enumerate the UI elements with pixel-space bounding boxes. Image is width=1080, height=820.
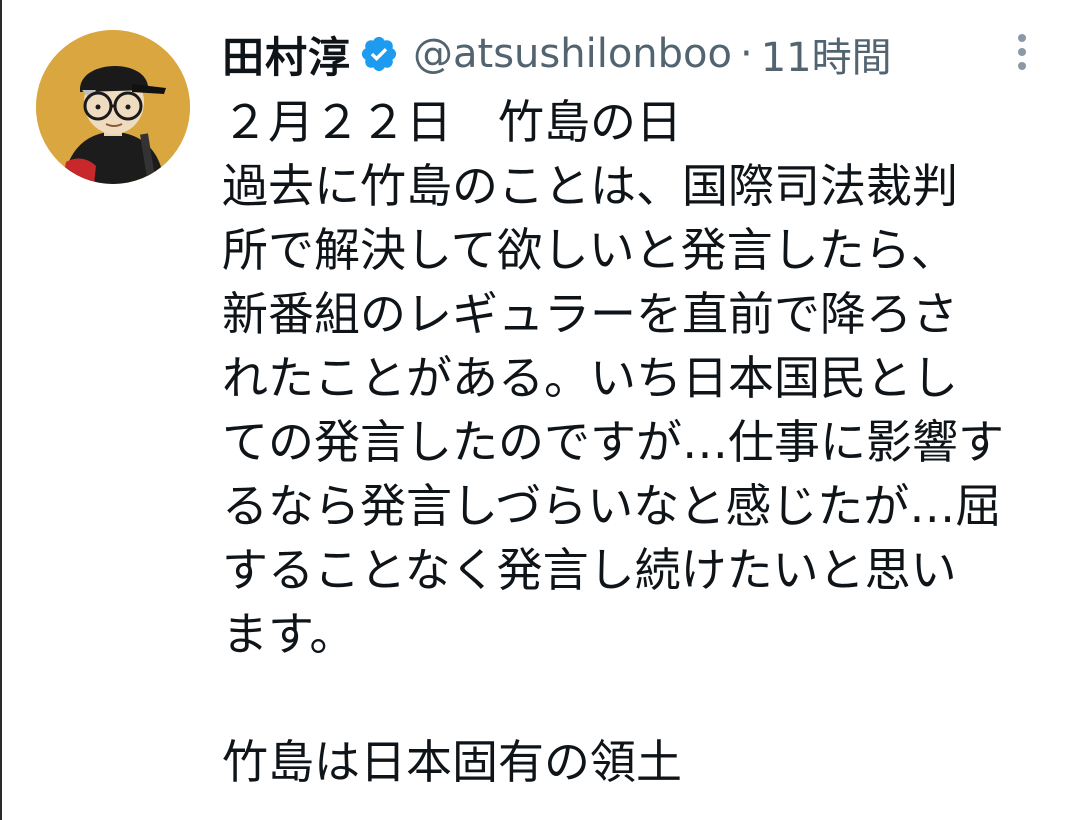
tweet-line: 竹島は日本固有の領土 bbox=[222, 735, 682, 789]
more-dot bbox=[1018, 62, 1026, 70]
tweet-text: ２月２２日 竹島の日 過去に竹島のことは、国際司法裁判 所で解決して欲しいと発言… bbox=[222, 90, 1022, 794]
tweet-line: るなら発言しづらいなと感じたが…屈 bbox=[222, 479, 1002, 533]
timestamp[interactable]: 11時間 bbox=[761, 25, 892, 83]
more-dot bbox=[1018, 34, 1026, 42]
tweet-line: 過去に竹島のことは、国際司法裁判 bbox=[222, 159, 958, 213]
avatar[interactable] bbox=[36, 30, 190, 184]
tweet-line: ます。 bbox=[222, 607, 356, 661]
verified-badge-icon bbox=[359, 34, 399, 74]
separator-dot: · bbox=[739, 31, 753, 77]
tweet-line: することなく発言し続けたいと思い bbox=[222, 543, 957, 597]
tweet-line: 所で解決して欲しいと発言したら、 bbox=[222, 223, 957, 277]
tweet-header: 田村淳 @atsushilonboo · 11時間 bbox=[222, 22, 1022, 86]
more-vertical-icon[interactable] bbox=[1008, 34, 1036, 74]
tweet-line: れたことがある。いち日本国民とし bbox=[222, 351, 958, 405]
tweet-card[interactable]: 田村淳 @atsushilonboo · 11時間 ２月２２日 竹島の日 過去に… bbox=[0, 0, 1080, 820]
user-handle[interactable]: @atsushilonboo bbox=[413, 31, 732, 77]
display-name[interactable]: 田村淳 bbox=[222, 24, 351, 85]
tweet-line: 新番組のレギュラーを直前で降ろさ bbox=[222, 287, 958, 341]
tweet-content: 田村淳 @atsushilonboo · 11時間 ２月２２日 竹島の日 過去に… bbox=[222, 22, 1022, 794]
tweet-line: ２月２２日 竹島の日 bbox=[222, 95, 682, 149]
more-dot bbox=[1018, 48, 1026, 56]
avatar-illustration bbox=[36, 30, 190, 184]
tweet-line: ての発言したのですが…仕事に影響す bbox=[222, 415, 1004, 469]
